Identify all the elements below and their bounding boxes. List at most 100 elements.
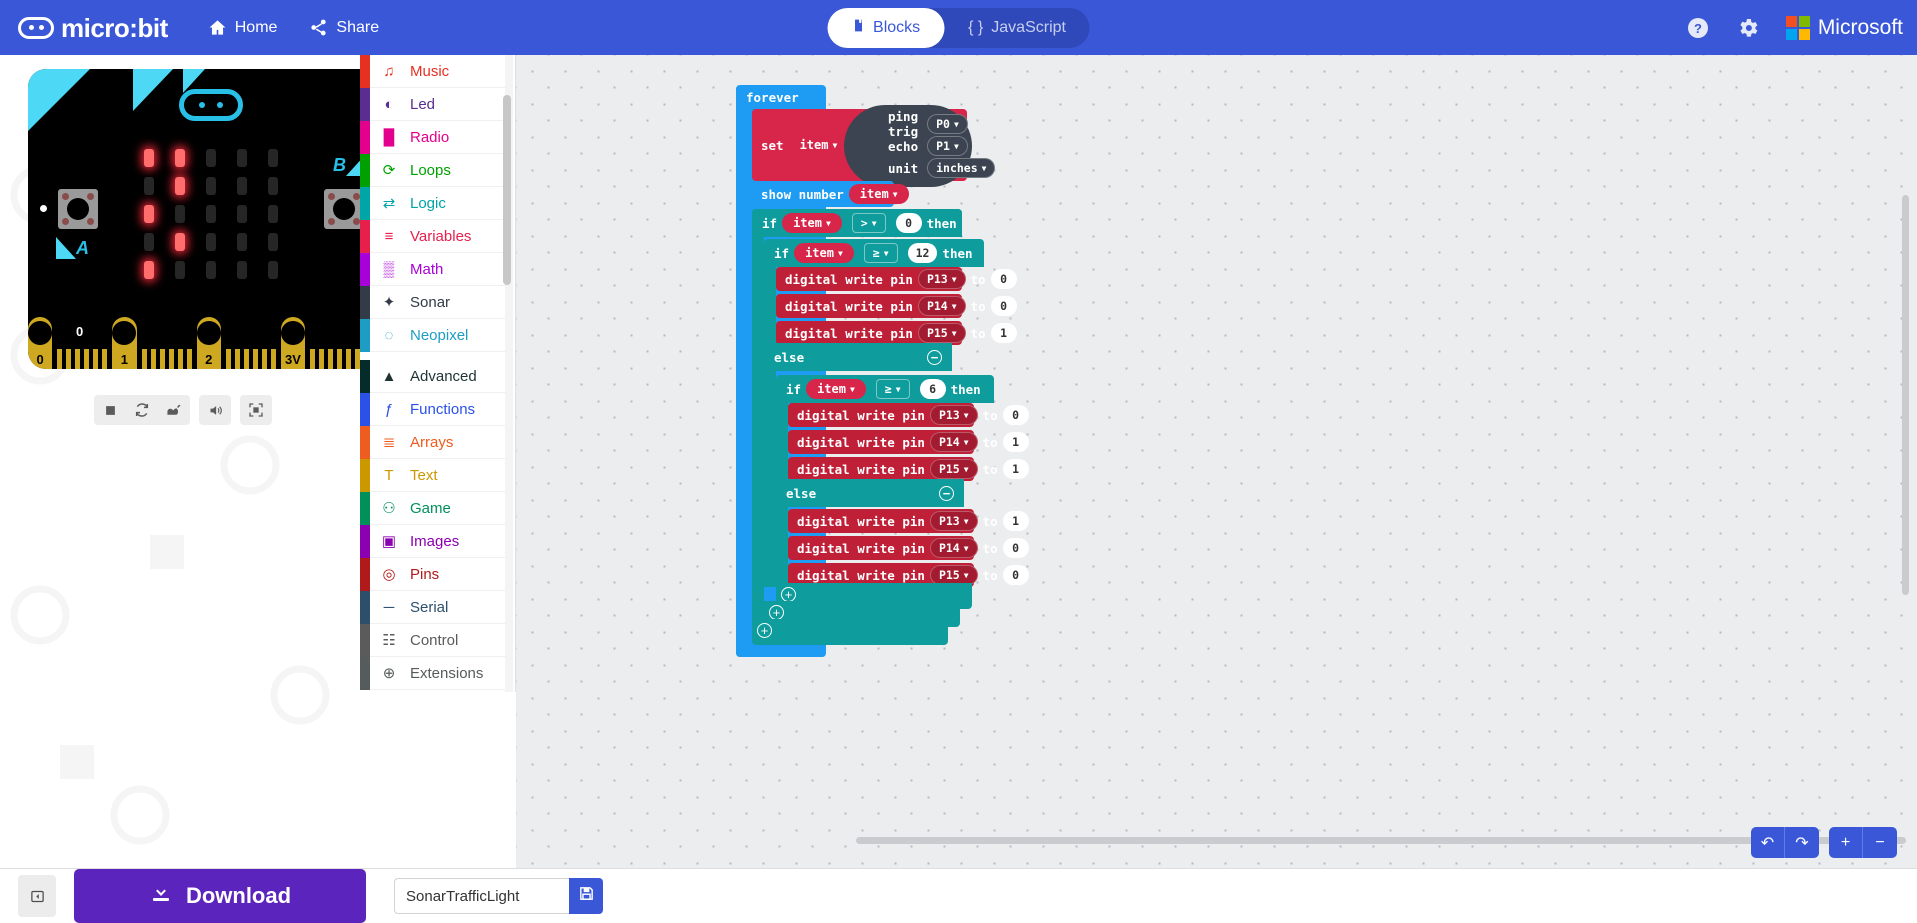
pin-value-field[interactable]: 0: [1002, 565, 1029, 585]
pin-dropdown[interactable]: P14 ▼: [917, 296, 966, 316]
toolbox-category-extensions[interactable]: ⊕ Extensions: [360, 656, 508, 690]
show-number-variable-dropdown[interactable]: item ▼: [848, 184, 909, 204]
block-if-inner[interactable]: if item ▼ ≥ ▼ 6 then: [776, 375, 994, 403]
led-0-0[interactable]: [144, 149, 154, 167]
if-inner-mutator-plus[interactable]: +: [781, 587, 796, 602]
download-button[interactable]: Download: [74, 869, 366, 923]
mute-button[interactable]: [199, 395, 231, 425]
toolbox-category-arrays[interactable]: ≣ Arrays: [360, 425, 508, 459]
if-outer-mutator-plus[interactable]: +: [757, 623, 772, 638]
blocks-workspace[interactable]: forever set item ▼ to ping trig P0 ▼ ech…: [516, 55, 1917, 868]
toolbox-category-logic[interactable]: ⇄ Logic: [360, 186, 508, 220]
led-2-4[interactable]: [268, 205, 278, 223]
tab-javascript[interactable]: { } JavaScript: [944, 8, 1090, 48]
project-name-input[interactable]: [394, 878, 569, 914]
led-4-0[interactable]: [144, 261, 154, 279]
pin-value-field[interactable]: 1: [1002, 511, 1029, 531]
led-2-3[interactable]: [237, 205, 247, 223]
zoom-in-button[interactable]: +: [1829, 827, 1863, 858]
toolbox-scrollbar-thumb[interactable]: [503, 95, 511, 285]
led-0-3[interactable]: [237, 149, 247, 167]
pin-value-field[interactable]: 1: [990, 323, 1017, 343]
if-mid-value-field[interactable]: 12: [907, 243, 938, 263]
variable-dropdown-item[interactable]: item ▼: [788, 135, 849, 155]
toolbox-category-neopixel[interactable]: ◌ Neopixel: [360, 318, 508, 352]
led-3-0[interactable]: [144, 233, 154, 251]
led-3-2[interactable]: [206, 233, 216, 251]
toolbox-category-variables[interactable]: ≡ Variables: [360, 219, 508, 253]
pin-value-field[interactable]: 1: [1002, 432, 1029, 452]
if-outer-value-field[interactable]: 0: [895, 213, 922, 233]
workspace-vertical-scrollbar[interactable]: [1902, 195, 1909, 595]
if-inner-operator-dropdown[interactable]: ≥ ▼: [875, 379, 910, 399]
block-digital-write-inner-1[interactable]: digital write pin P14 ▼ to 1: [788, 430, 1029, 454]
led-4-4[interactable]: [268, 261, 278, 279]
zoom-out-button[interactable]: −: [1863, 827, 1897, 858]
led-1-1[interactable]: [175, 177, 185, 195]
save-project-button[interactable]: [569, 878, 603, 914]
block-digital-write-inner-2[interactable]: digital write pin P15 ▼ to 1: [788, 457, 1029, 481]
block-digital-write-mid-1[interactable]: digital write pin P14 ▼ to 0: [776, 294, 1017, 318]
pin-dropdown[interactable]: P14 ▼: [929, 432, 978, 452]
if-mid-mutator-plus[interactable]: +: [769, 605, 784, 620]
button-a[interactable]: [58, 189, 98, 229]
toolbox-category-serial[interactable]: ─ Serial: [360, 590, 508, 624]
pin-dropdown[interactable]: P13 ▼: [929, 511, 978, 531]
block-sonar-ping[interactable]: ping trig P0 ▼ echo P1 ▼ unit inches ▼: [844, 105, 996, 187]
toolbox-category-radio[interactable]: █ Radio: [360, 120, 508, 154]
led-1-4[interactable]: [268, 177, 278, 195]
led-4-3[interactable]: [237, 261, 247, 279]
pin-3V[interactable]: 3V: [280, 317, 306, 369]
led-0-1[interactable]: [175, 149, 185, 167]
led-4-2[interactable]: [206, 261, 216, 279]
gear-icon[interactable]: [1736, 16, 1760, 40]
pin-dropdown[interactable]: P13 ▼: [929, 405, 978, 425]
block-digital-write-mid-2[interactable]: digital write pin P15 ▼ to 1: [776, 321, 1017, 345]
collapse-simulator-button[interactable]: [18, 875, 56, 917]
echo-dropdown[interactable]: P1 ▼: [927, 136, 968, 156]
if-outer-variable-dropdown[interactable]: item ▼: [782, 213, 842, 233]
if-inner-value-field[interactable]: 6: [919, 379, 946, 399]
if-inner-else-bar[interactable]: else −: [776, 479, 964, 507]
toolbox-category-functions[interactable]: ƒ Functions: [360, 392, 508, 426]
led-1-2[interactable]: [206, 177, 216, 195]
led-2-2[interactable]: [206, 205, 216, 223]
tab-blocks[interactable]: Blocks: [827, 7, 945, 48]
ping-trig-dropdown[interactable]: P0 ▼: [927, 114, 968, 134]
undo-button[interactable]: ↶: [1751, 827, 1785, 858]
toolbox-category-advanced[interactable]: ▲ Advanced: [360, 359, 508, 393]
nav-home[interactable]: Home: [194, 12, 292, 43]
led-0-4[interactable]: [268, 149, 278, 167]
if-mid-operator-dropdown[interactable]: ≥ ▼: [863, 243, 898, 263]
pin-value-field[interactable]: 0: [990, 269, 1017, 289]
restart-button[interactable]: [126, 395, 158, 425]
if-outer-header[interactable]: if item ▼ > ▼ 0 then: [752, 209, 962, 237]
pin-dropdown[interactable]: P14 ▼: [929, 538, 978, 558]
toolbox-category-math[interactable]: ▒ Math: [360, 252, 508, 286]
block-show-number[interactable]: show number item ▼: [752, 181, 909, 207]
redo-button[interactable]: ↷: [1785, 827, 1819, 858]
microsoft-logo[interactable]: Microsoft: [1785, 15, 1903, 40]
microbit-logo[interactable]: micro:bit: [18, 15, 168, 41]
mutator-minus-button[interactable]: −: [927, 349, 942, 365]
stop-button[interactable]: [94, 395, 126, 425]
pin-value-field[interactable]: 0: [1002, 405, 1029, 425]
pin-2[interactable]: 2: [196, 317, 221, 369]
pin-value-field[interactable]: 0: [990, 296, 1017, 316]
nav-share[interactable]: Share: [295, 12, 393, 43]
led-1-0[interactable]: [144, 177, 154, 195]
slow-motion-button[interactable]: [158, 395, 190, 425]
toolbox-category-loops[interactable]: ⟳ Loops: [360, 153, 508, 187]
led-4-1[interactable]: [175, 261, 185, 279]
toolbox-category-music[interactable]: ♫ Music: [360, 55, 508, 88]
led-matrix[interactable]: [144, 149, 278, 279]
pin-value-field[interactable]: 0: [1002, 538, 1029, 558]
toolbox-category-images[interactable]: ▣ Images: [360, 524, 508, 558]
toolbox-category-text[interactable]: T Text: [360, 458, 508, 492]
led-2-1[interactable]: [175, 205, 185, 223]
block-if-mid[interactable]: if item ▼ ≥ ▼ 12 then: [764, 239, 984, 267]
mutator-minus-button[interactable]: −: [939, 485, 954, 501]
pin-value-field[interactable]: 1: [1002, 459, 1029, 479]
block-digital-write-inner-else-0[interactable]: digital write pin P13 ▼ to 1: [788, 509, 1029, 533]
led-3-4[interactable]: [268, 233, 278, 251]
